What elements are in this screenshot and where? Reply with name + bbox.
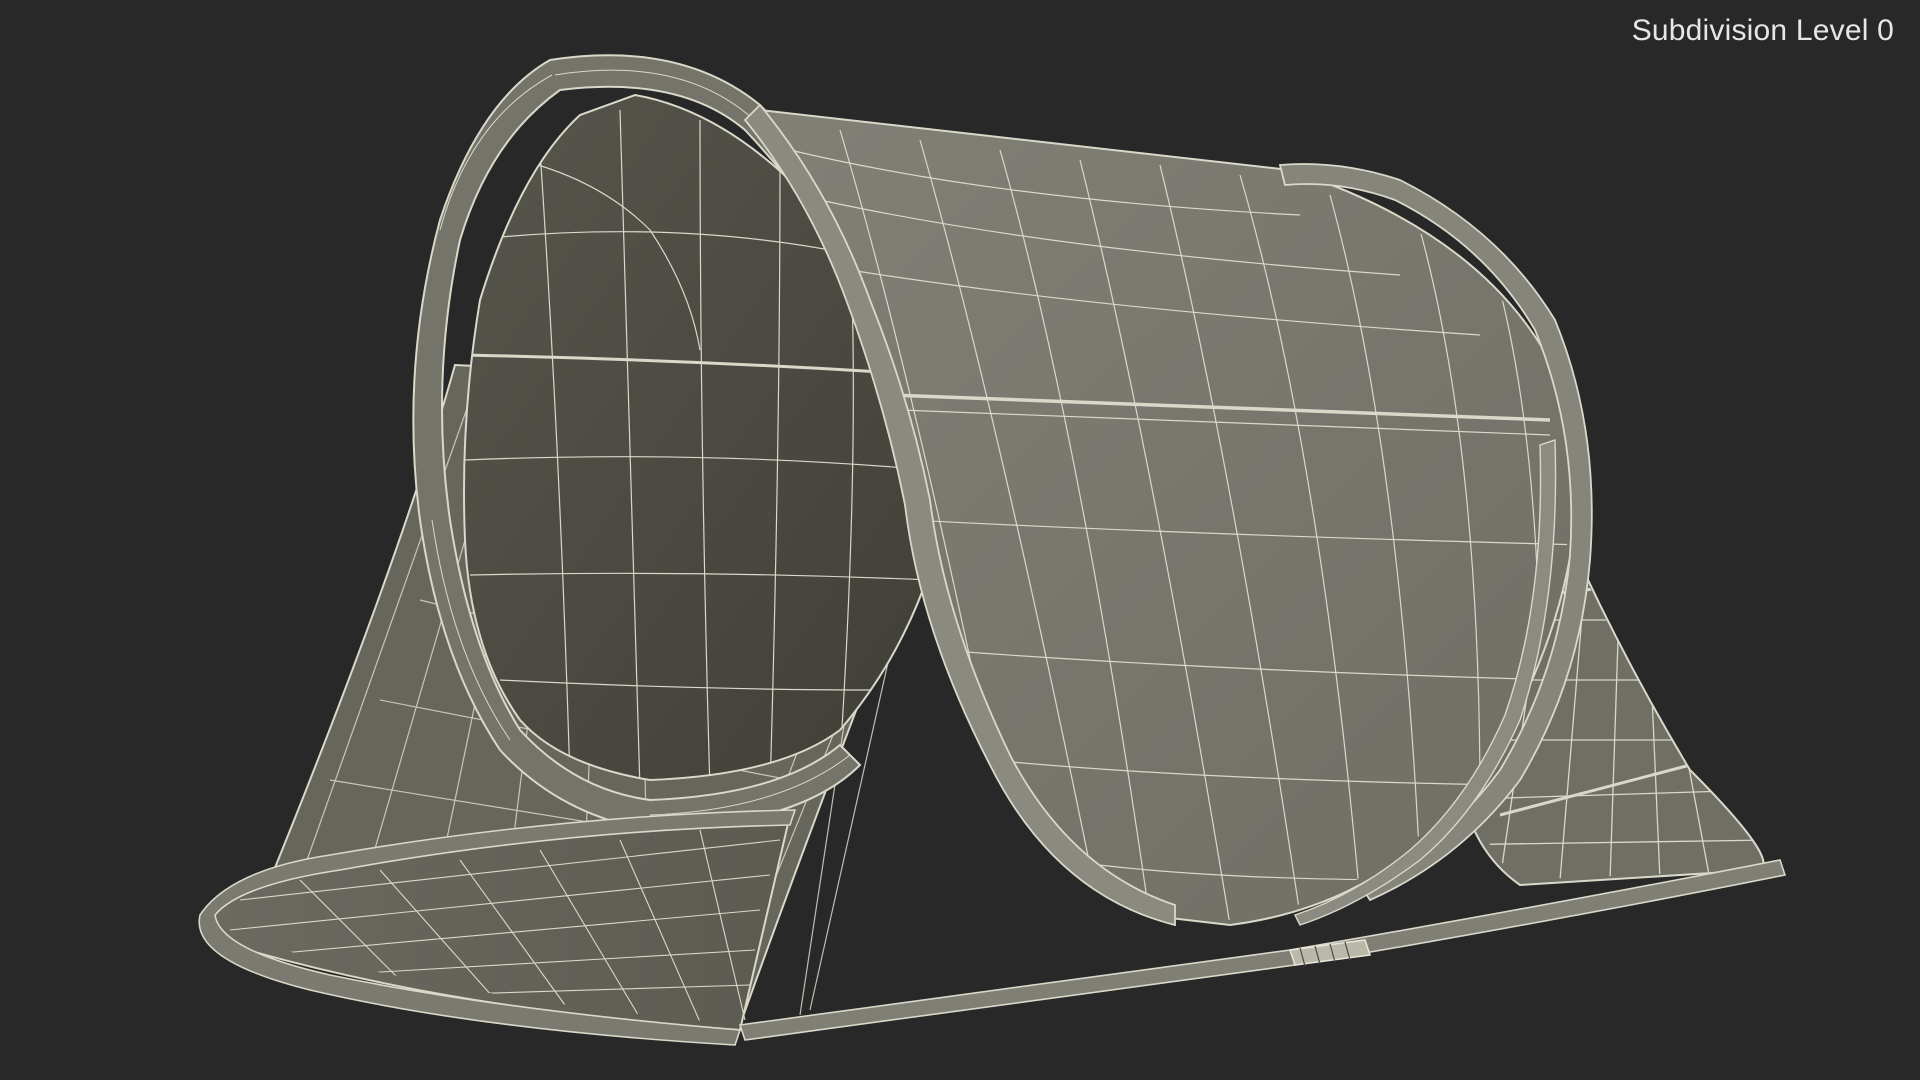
subdivision-level-label: Subdivision Level 0 xyxy=(1631,14,1894,47)
tent-wireframe-model xyxy=(198,54,1787,1046)
3d-viewport[interactable]: Subdivision Level 0 xyxy=(0,0,1920,1080)
